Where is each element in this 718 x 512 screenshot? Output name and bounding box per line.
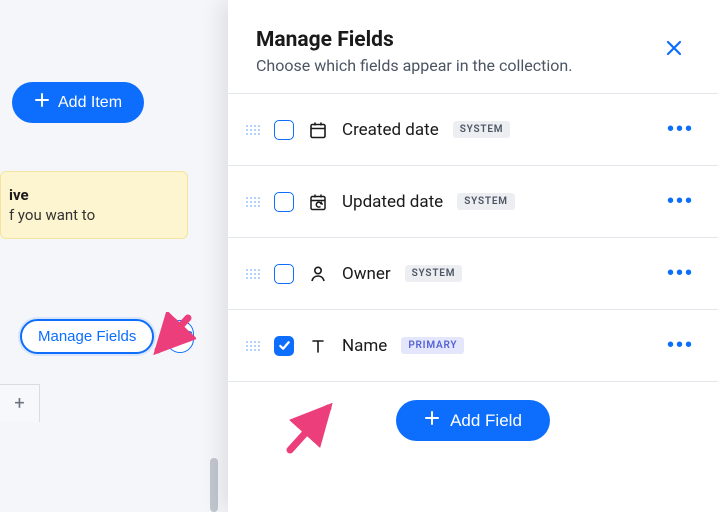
field-visibility-checkbox[interactable] (274, 336, 294, 356)
add-tab-button[interactable]: + (0, 384, 40, 422)
field-tag: SYSTEM (453, 121, 511, 138)
field-visibility-checkbox[interactable] (274, 264, 294, 284)
drag-handle-icon[interactable] (246, 263, 260, 285)
ellipsis-icon: ••• (667, 118, 694, 140)
text-icon (308, 336, 328, 356)
plus-icon: + (14, 393, 24, 414)
ellipsis-icon: ••• (667, 190, 694, 212)
panel-header: Manage Fields Choose which fields appear… (228, 0, 718, 93)
plus-icon (424, 410, 440, 431)
notice-card: ive f you want to (0, 171, 188, 239)
drag-handle-icon[interactable] (246, 335, 260, 357)
field-row: Created date SYSTEM ••• (228, 94, 718, 166)
field-row: Owner SYSTEM ••• (228, 238, 718, 310)
drag-handle-icon[interactable] (246, 191, 260, 213)
panel-title: Manage Fields (256, 28, 572, 52)
field-menu-button[interactable]: ••• (663, 114, 698, 145)
field-menu-button[interactable]: ••• (663, 330, 698, 361)
panel-footer: Add Field (228, 382, 718, 459)
plus-icon (34, 92, 50, 113)
calendar-refresh-icon (308, 192, 328, 212)
field-name-label: Created date (342, 120, 439, 140)
field-row: Name PRIMARY ••• (228, 310, 718, 382)
manage-fields-label: Manage Fields (38, 328, 136, 345)
close-button[interactable] (658, 32, 690, 67)
field-tag: PRIMARY (401, 337, 464, 354)
add-field-label: Add Field (450, 411, 522, 431)
field-tag: SYSTEM (457, 193, 515, 210)
drag-handle-icon[interactable] (246, 119, 260, 141)
field-name-label: Owner (342, 264, 391, 284)
manage-fields-panel: Manage Fields Choose which fields appear… (228, 0, 718, 512)
field-visibility-checkbox[interactable] (274, 120, 294, 140)
field-menu-button[interactable]: ••• (663, 258, 698, 289)
manage-row: Manage Fields S (20, 319, 220, 354)
add-field-button[interactable]: Add Field (396, 400, 550, 441)
panel-subtitle: Choose which fields appear in the collec… (256, 56, 572, 75)
field-name-label: Updated date (342, 192, 443, 212)
left-pane: Add Item ive f you want to Manage Fields… (0, 0, 220, 512)
add-item-label: Add Item (58, 94, 122, 112)
ellipsis-icon: ••• (667, 334, 694, 356)
close-icon (664, 46, 684, 61)
calendar-icon (308, 120, 328, 140)
notice-body: f you want to (9, 206, 173, 224)
field-list: Created date SYSTEM ••• Updated date SYSTEM •… (228, 93, 718, 382)
scrollbar-thumb[interactable] (210, 458, 218, 512)
manage-fields-button[interactable]: Manage Fields (20, 319, 154, 354)
extra-button-label: S (183, 328, 193, 345)
notice-title: ive (9, 186, 173, 204)
field-name-label: Name (342, 336, 387, 356)
field-row: Updated date SYSTEM ••• (228, 166, 718, 238)
field-tag: SYSTEM (405, 265, 463, 282)
person-icon (308, 264, 328, 284)
field-visibility-checkbox[interactable] (274, 192, 294, 212)
field-menu-button[interactable]: ••• (663, 186, 698, 217)
ellipsis-icon: ••• (667, 262, 694, 284)
extra-button[interactable]: S (166, 320, 194, 353)
add-item-button[interactable]: Add Item (12, 82, 144, 123)
